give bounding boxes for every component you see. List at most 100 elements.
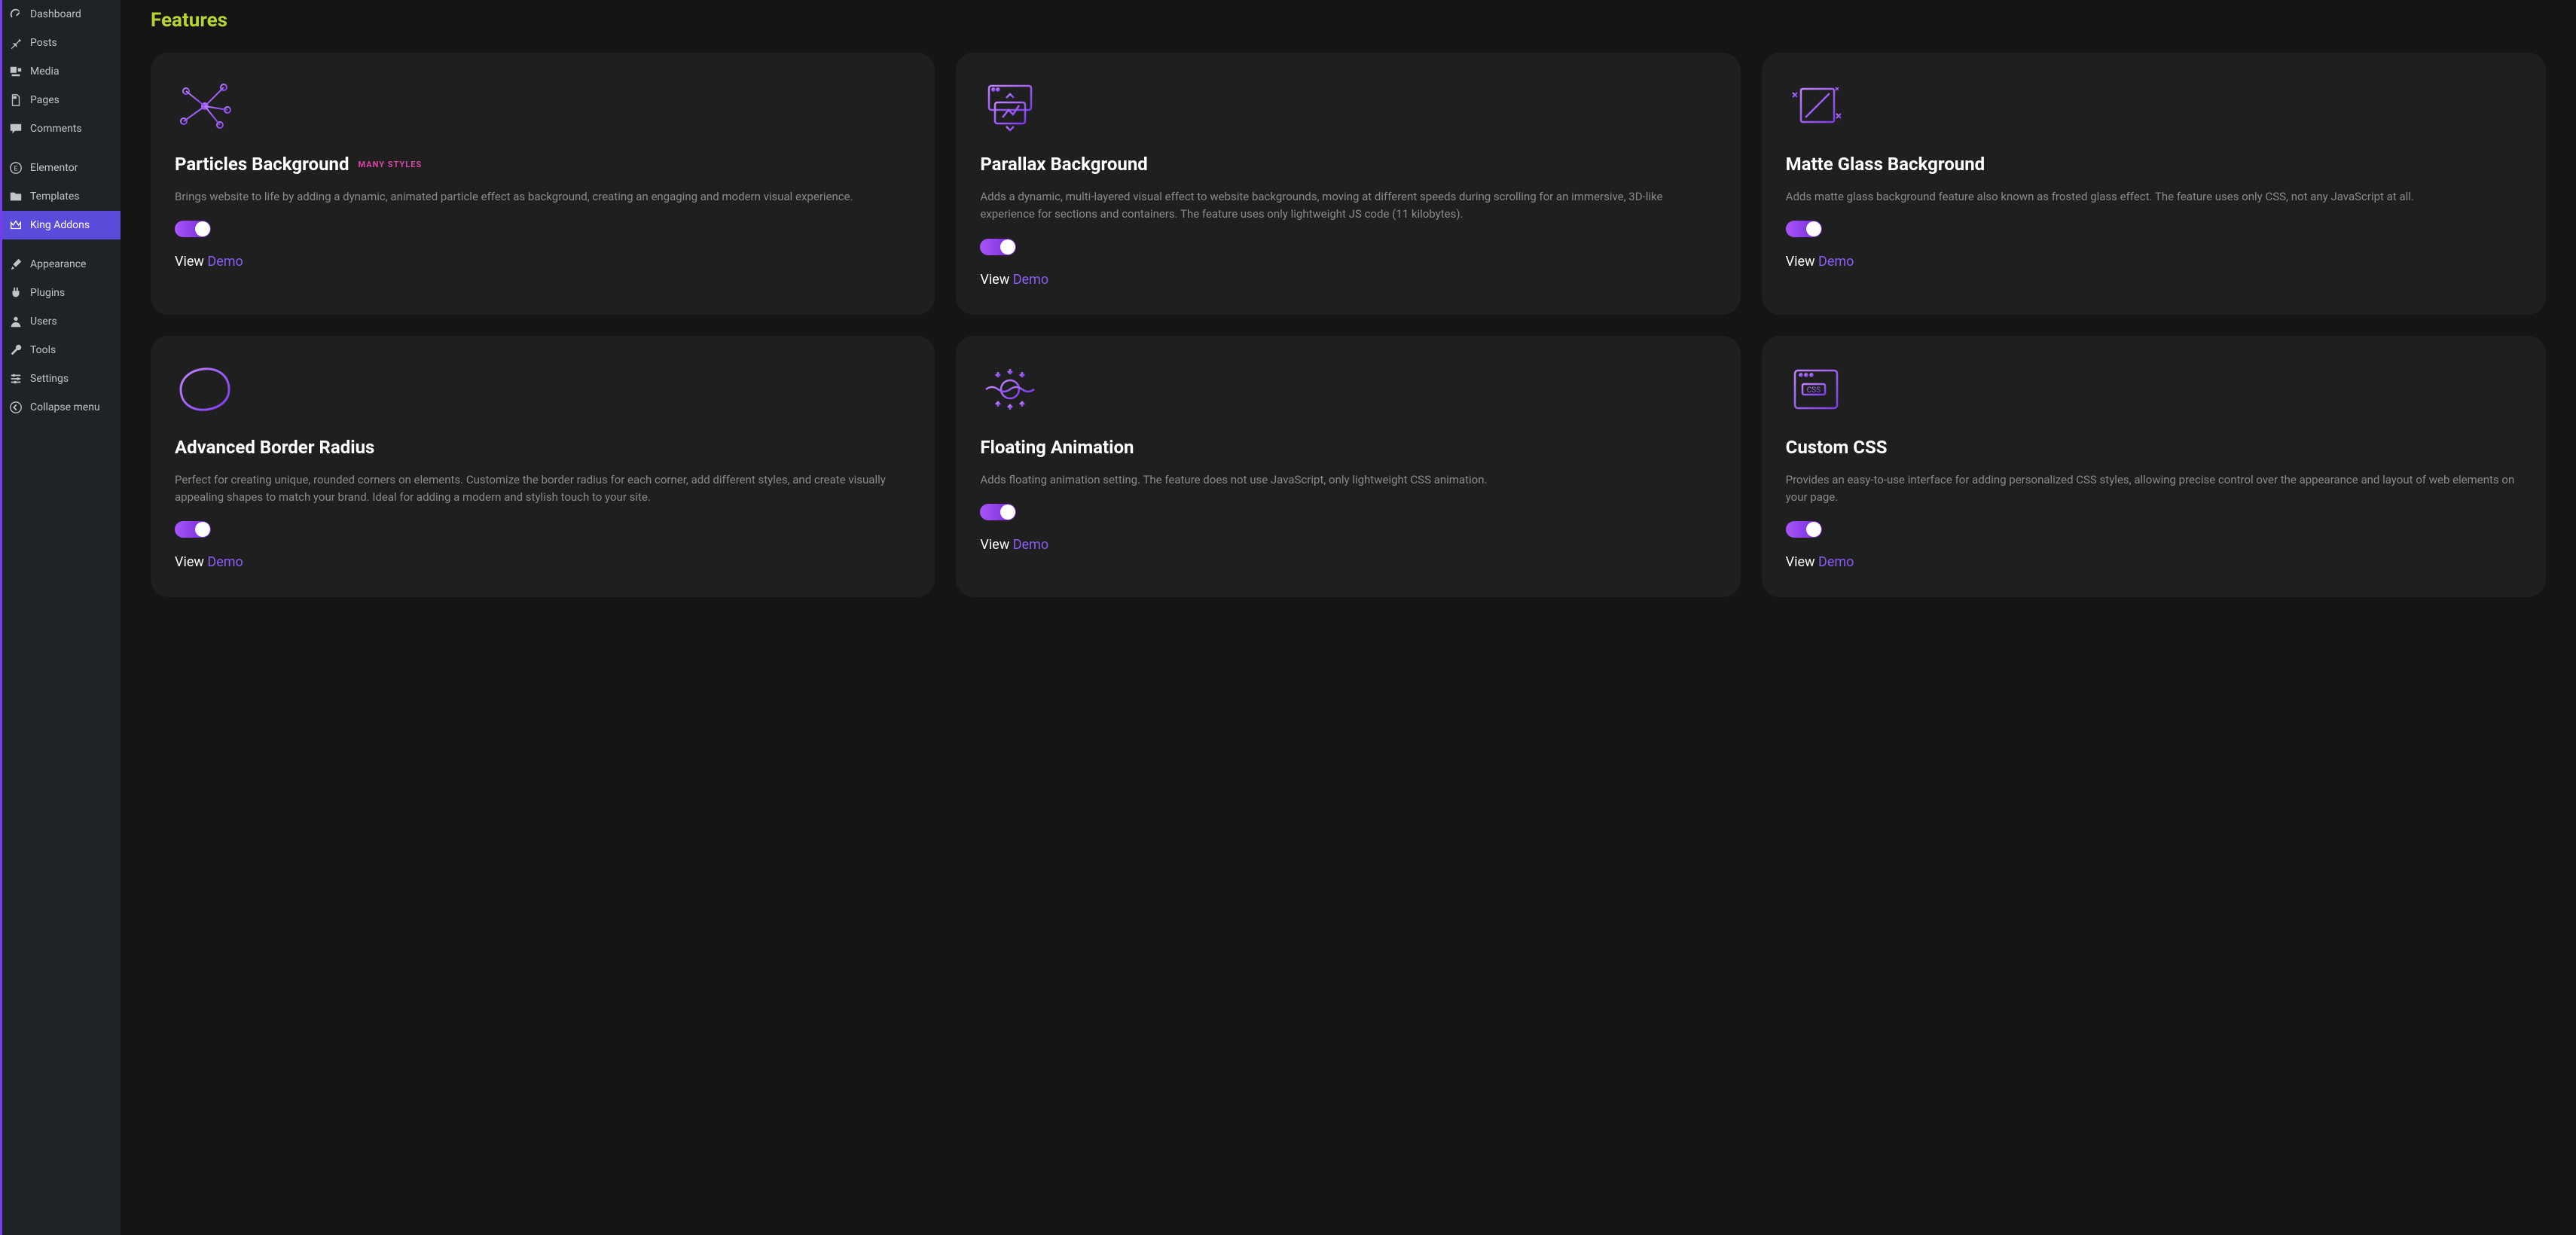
view-demo-link[interactable]: View Demo <box>1786 254 2522 270</box>
sidebar-item-plugins[interactable]: Plugins <box>0 279 121 307</box>
feature-icon <box>1786 80 1846 133</box>
circle-e-icon: E <box>9 161 23 175</box>
feature-title-row: Floating Animation <box>980 437 1716 458</box>
page-icon <box>9 93 23 107</box>
view-demo-link[interactable]: View Demo <box>175 254 911 270</box>
crown-icon <box>9 218 23 232</box>
sidebar-item-label: Pages <box>30 94 60 106</box>
feature-title-row: Parallax Background <box>980 154 1716 175</box>
svg-text:CSS: CSS <box>1806 386 1820 395</box>
sliders-icon <box>9 372 23 386</box>
feature-description: Adds floating animation setting. The fea… <box>980 471 1716 489</box>
feature-description: Adds matte glass background feature also… <box>1786 188 2522 206</box>
view-demo-link[interactable]: View Demo <box>1786 554 2522 570</box>
sidebar-item-label: Appearance <box>30 258 86 270</box>
feature-card: Matte Glass Background Adds matte glass b… <box>1762 53 2546 315</box>
feature-title-row: Particles Background MANY STYLES <box>175 154 911 175</box>
gauge-icon <box>9 8 23 21</box>
sidebar-item-label: King Addons <box>30 219 90 231</box>
sidebar-item-appearance[interactable]: Appearance <box>0 250 121 279</box>
sidebar-item-settings[interactable]: Settings <box>0 364 121 393</box>
feature-toggle[interactable] <box>175 521 211 538</box>
feature-description: Perfect for creating unique, rounded cor… <box>175 471 911 507</box>
plug-icon <box>9 286 23 300</box>
demo-label: Demo <box>1818 554 1854 570</box>
sidebar-item-king-addons[interactable]: King Addons <box>0 211 121 239</box>
sidebar-item-pages[interactable]: Pages <box>0 86 121 114</box>
pin-icon <box>9 36 23 50</box>
feature-card: CSS Custom CSS Provides an easy-to-use int… <box>1762 336 2546 598</box>
feature-title: Advanced Border Radius <box>175 437 374 458</box>
sidebar-item-label: Templates <box>30 191 80 203</box>
comment-icon <box>9 122 23 136</box>
feature-title: Parallax Background <box>980 154 1148 175</box>
view-label: View <box>980 537 1012 553</box>
feature-card: Floating Animation Adds floating animatio… <box>956 336 1740 598</box>
sidebar-separator <box>0 143 121 154</box>
feature-description: Brings website to life by adding a dynam… <box>175 188 911 206</box>
demo-label: Demo <box>207 254 243 270</box>
sidebar-item-label: Collapse menu <box>30 401 100 413</box>
feature-icon <box>175 80 235 133</box>
feature-title-row: Custom CSS <box>1786 437 2522 458</box>
wrench-icon <box>9 343 23 357</box>
feature-title-row: Matte Glass Background <box>1786 154 2522 175</box>
feature-title: Particles Background <box>175 154 349 175</box>
svg-text:E: E <box>14 166 17 173</box>
feature-icon: CSS <box>1786 363 1846 416</box>
sidebar-item-tools[interactable]: Tools <box>0 336 121 364</box>
view-demo-link[interactable]: View Demo <box>980 537 1716 553</box>
sidebar-item-templates[interactable]: Templates <box>0 182 121 211</box>
feature-icon <box>980 80 1040 133</box>
sidebar-item-label: Users <box>30 316 57 328</box>
view-demo-link[interactable]: View Demo <box>980 272 1716 288</box>
feature-toggle[interactable] <box>1786 221 1822 237</box>
sidebar-item-media[interactable]: Media <box>0 57 121 86</box>
demo-label: Demo <box>1013 537 1048 553</box>
view-label: View <box>1786 554 1818 570</box>
view-label: View <box>980 272 1012 288</box>
sidebar-item-users[interactable]: Users <box>0 307 121 336</box>
sidebar-item-label: Comments <box>30 123 82 135</box>
sidebar-item-posts[interactable]: Posts <box>0 29 121 57</box>
feature-description: Adds a dynamic, multi-layered visual eff… <box>980 188 1716 224</box>
sidebar-item-label: Media <box>30 66 60 78</box>
sidebar-item-label: Settings <box>30 373 69 385</box>
sidebar-item-comments[interactable]: Comments <box>0 114 121 143</box>
view-label: View <box>175 254 207 270</box>
feature-toggle[interactable] <box>980 239 1016 255</box>
sidebar-item-dashboard[interactable]: Dashboard <box>0 0 121 29</box>
feature-icon <box>175 363 235 416</box>
feature-card: Parallax Background Adds a dynamic, multi… <box>956 53 1740 315</box>
feature-card: Advanced Border Radius Perfect for creati… <box>151 336 935 598</box>
feature-toggle[interactable] <box>1786 521 1822 538</box>
sidebar-item-collapse-menu[interactable]: Collapse menu <box>0 393 121 422</box>
feature-toggle[interactable] <box>175 221 211 237</box>
sidebar-separator <box>0 239 121 250</box>
admin-sidebar: Dashboard Posts Media Pages Comments E Element… <box>0 0 121 1235</box>
folder-icon <box>9 190 23 203</box>
sidebar-item-elementor[interactable]: E Elementor <box>0 154 121 182</box>
demo-label: Demo <box>1818 254 1854 270</box>
feature-toggle[interactable] <box>980 504 1016 520</box>
demo-label: Demo <box>1013 272 1048 288</box>
sidebar-item-label: Dashboard <box>30 8 81 20</box>
user-icon <box>9 315 23 328</box>
view-demo-link[interactable]: View Demo <box>175 554 911 570</box>
demo-label: Demo <box>207 554 243 570</box>
brush-icon <box>9 258 23 271</box>
sidebar-item-label: Tools <box>30 344 56 356</box>
feature-badge: MANY STYLES <box>358 160 422 169</box>
sidebar-item-label: Plugins <box>30 287 65 299</box>
feature-title: Matte Glass Background <box>1786 154 1985 175</box>
feature-title: Floating Animation <box>980 437 1134 458</box>
view-label: View <box>1786 254 1818 270</box>
feature-card: Particles Background MANY STYLES Brings we… <box>151 53 935 315</box>
media-icon <box>9 65 23 78</box>
sidebar-item-label: Elementor <box>30 162 78 174</box>
collapse-icon <box>9 401 23 414</box>
view-label: View <box>175 554 207 570</box>
feature-title: Custom CSS <box>1786 437 1888 458</box>
feature-description: Provides an easy-to-use interface for ad… <box>1786 471 2522 507</box>
sidebar-item-label: Posts <box>30 37 57 49</box>
